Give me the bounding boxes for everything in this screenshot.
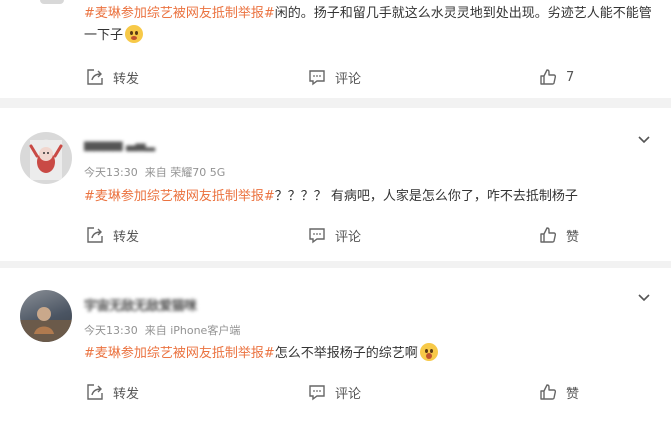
thumbs-up-icon xyxy=(540,227,557,243)
comment-card: ▅▅▅▅ ▃▄▂ 今天13:30 来自 荣耀70 5G #麦琳参加综艺被网友抵制举… xyxy=(0,108,671,261)
repost-icon xyxy=(87,69,103,85)
thumbs-up-icon xyxy=(540,384,557,400)
repost-button[interactable]: 转发 xyxy=(86,67,139,87)
username[interactable]: 宇宙无敌无敌爱猫咪 xyxy=(84,295,197,314)
avatar[interactable] xyxy=(20,290,72,342)
repost-icon xyxy=(87,384,103,400)
like-button[interactable]: 赞 xyxy=(539,382,579,402)
repost-button[interactable]: 转发 xyxy=(86,225,139,245)
comment-button[interactable]: 评论 xyxy=(308,225,361,245)
hashtag-link[interactable]: #麦琳参加综艺被网友抵制举报# xyxy=(84,6,275,21)
comment-body: ？？？？ 有病吧，人家是怎么你了，咋不去抵制杨子 xyxy=(274,189,578,204)
device-source: 来自 iPhone客户端 xyxy=(144,324,241,337)
comment-meta: 今天13:30 来自 iPhone客户端 xyxy=(84,322,247,338)
comment-label: 评论 xyxy=(335,386,362,402)
comment-label: 评论 xyxy=(335,229,362,245)
avatar-edge xyxy=(40,0,64,4)
username[interactable]: ▅▅▅▅ ▃▄▂ xyxy=(84,137,155,152)
like-count: 7 xyxy=(566,69,575,85)
comment-button[interactable]: 评论 xyxy=(308,382,361,402)
chevron-down-icon[interactable] xyxy=(637,288,651,302)
comment-button[interactable]: 评论 xyxy=(308,67,361,87)
comment-actions: 转发 评论 赞 xyxy=(84,225,644,245)
like-button[interactable]: 7 xyxy=(539,67,574,87)
like-button[interactable]: 赞 xyxy=(539,225,579,245)
comment-icon xyxy=(309,70,325,86)
like-label: 赞 xyxy=(566,229,580,245)
hashtag-link[interactable]: #麦琳参加综艺被网友抵制举报# xyxy=(84,346,275,361)
pig-avatar-icon xyxy=(29,140,63,180)
comment-body: 怎么不举报杨子的综艺啊 xyxy=(274,346,418,361)
like-label: 赞 xyxy=(566,386,580,402)
comment-label: 评论 xyxy=(335,71,362,87)
person-avatar-icon xyxy=(20,307,72,342)
thumbs-up-icon xyxy=(540,69,557,85)
repost-label: 转发 xyxy=(113,386,140,402)
hashtag-link[interactable]: #麦琳参加综艺被网友抵制举报# xyxy=(84,189,275,204)
comment-text: #麦琳参加综艺被网友抵制举报#？？？？ 有病吧，人家是怎么你了，咋不去抵制杨子 xyxy=(84,186,659,208)
device-source: 来自 荣耀70 5G xyxy=(144,166,226,179)
comment-text: #麦琳参加综艺被网友抵制举报#怎么不举报杨子的综艺啊 xyxy=(84,343,659,365)
smile-wink-emoji xyxy=(125,25,144,43)
surprised-emoji xyxy=(419,343,438,361)
comment-icon xyxy=(309,228,325,244)
repost-button[interactable]: 转发 xyxy=(86,382,139,402)
comment-actions: 转发 评论 7 xyxy=(84,67,644,87)
comment-meta: 今天13:30 来自 荣耀70 5G xyxy=(84,164,232,180)
repost-label: 转发 xyxy=(113,71,140,87)
chevron-down-icon[interactable] xyxy=(637,130,651,144)
comment-text: #麦琳参加综艺被网友抵制举报#闲的。扬子和留几手就这么水灵灵地到处出现。劣迹艺人… xyxy=(84,3,659,47)
comment-card: #麦琳参加综艺被网友抵制举报#闲的。扬子和留几手就这么水灵灵地到处出现。劣迹艺人… xyxy=(0,0,671,98)
avatar[interactable] xyxy=(20,132,72,184)
comment-actions: 转发 评论 赞 xyxy=(84,382,644,402)
timestamp: 今天13:30 xyxy=(84,166,138,179)
comment-icon xyxy=(309,385,325,401)
repost-label: 转发 xyxy=(113,229,140,245)
comment-card: 宇宙无敌无敌爱猫咪 今天13:30 来自 iPhone客户端 #麦琳参加综艺被网友… xyxy=(0,268,671,421)
repost-icon xyxy=(87,227,103,243)
timestamp: 今天13:30 xyxy=(84,324,138,337)
